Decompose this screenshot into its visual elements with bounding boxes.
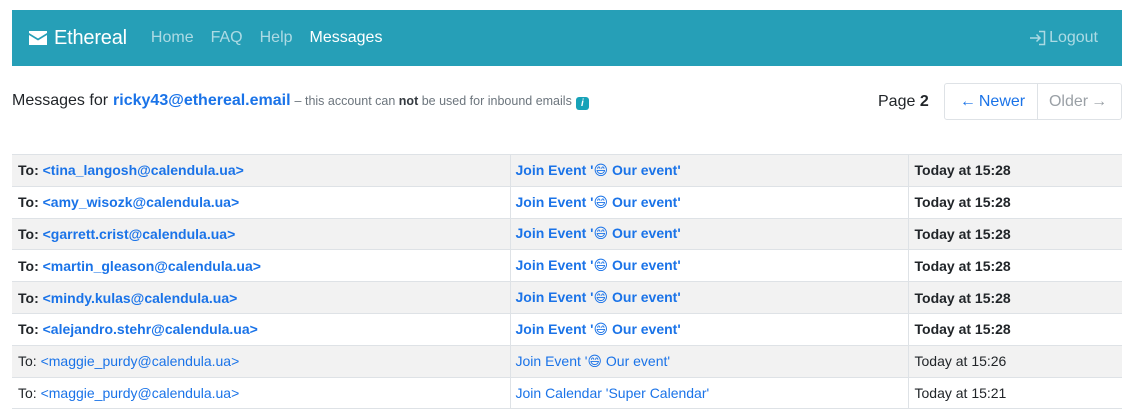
to-label: To:	[18, 384, 37, 401]
subject-cell: Join Event '😄 Our event'	[509, 249, 908, 283]
info-icon[interactable]: i	[575, 97, 589, 110]
account-info: Messages for ricky43@ethereal.email – th…	[12, 92, 589, 110]
message-date: Today at 15:28	[914, 162, 1011, 179]
recipient-cell: To: <martin_gleason@calendula.ua>	[12, 249, 510, 283]
recipient-cell: To: <garrett.crist@calendula.ua>	[12, 218, 510, 251]
message-date: Today at 15:28	[914, 257, 1011, 274]
message-row[interactable]: To: <garrett.crist@calendula.ua> Join Eve…	[12, 218, 1122, 251]
date-cell: Today at 15:28	[907, 249, 1122, 283]
recipient-link[interactable]: <garrett.crist@calendula.ua>	[43, 226, 236, 242]
to-label: To:	[18, 162, 39, 179]
recipient-link[interactable]: <maggie_purdy@calendula.ua>	[41, 353, 240, 369]
pagination: ← Newer Older →	[944, 83, 1122, 120]
message-row[interactable]: To: <alejandro.stehr@calendula.ua> Join E…	[12, 313, 1122, 346]
subject-link[interactable]: Join Event '😄 Our event'	[516, 353, 671, 369]
recipient-cell: To: <alejandro.stehr@calendula.ua>	[12, 313, 510, 346]
recipient-cell: To: <mindy.kulas@calendula.ua>	[12, 281, 510, 314]
recipient-cell: To: <maggie_purdy@calendula.ua>	[12, 377, 510, 410]
recipient-link[interactable]: <amy_wisozk@calendula.ua>	[43, 194, 240, 210]
subject-cell: Join Event '😄 Our event'	[509, 345, 908, 378]
date-cell: Today at 15:28	[907, 218, 1122, 251]
logout-icon	[1030, 30, 1046, 46]
to-label: To:	[18, 321, 39, 338]
message-row[interactable]: To: <tina_langosh@calendula.ua> Join Even…	[12, 154, 1122, 187]
subject-cell: Join Event '😄 Our event'	[509, 186, 908, 219]
subject-cell: Join Event '😄 Our event'	[509, 218, 908, 251]
nav-help[interactable]: Help	[260, 29, 293, 47]
date-cell: Today at 15:28	[907, 313, 1122, 346]
message-row[interactable]: To: <maggie_purdy@calendula.ua> Join Cale…	[12, 377, 1122, 410]
message-row[interactable]: To: <mindy.kulas@calendula.ua> Join Event…	[12, 281, 1122, 314]
subject-cell: Join Calendar 'Super Calendar'	[509, 377, 908, 410]
page-label: Page	[878, 93, 916, 110]
message-row[interactable]: To: <maggie_purdy@calendula.ua> Join Even…	[12, 345, 1122, 378]
date-cell: Today at 15:21	[907, 377, 1122, 410]
message-date: Today at 15:26	[914, 353, 1007, 370]
subject-cell: Join Event '😄 Our event'	[509, 313, 908, 346]
subject-link[interactable]: Join Event '😄 Our event'	[516, 194, 681, 210]
logout-label: Logout	[1049, 29, 1098, 46]
messages-table-body: To: <tina_langosh@calendula.ua> Join Even…	[12, 154, 1122, 410]
account-note: – this account can not be used for inbou…	[295, 94, 572, 108]
date-cell: Today at 15:26	[907, 345, 1122, 378]
nav-faq[interactable]: FAQ	[211, 29, 243, 47]
nav-links: Home FAQ Help Messages	[151, 29, 400, 47]
note-emphasis: not	[398, 94, 419, 108]
older-label: Older	[1048, 92, 1089, 110]
newer-label: Newer	[978, 92, 1026, 110]
date-cell: Today at 15:28	[907, 154, 1122, 187]
account-email-link[interactable]: ricky43@ethereal.email	[113, 92, 291, 110]
brand-logo[interactable]: Ethereal	[28, 27, 127, 50]
arrow-right-icon: →	[1091, 92, 1108, 110]
nav-home[interactable]: Home	[151, 29, 194, 47]
recipient-link[interactable]: <tina_langosh@calendula.ua>	[43, 162, 244, 178]
arrow-left-icon: ←	[959, 92, 976, 110]
recipient-cell: To: <tina_langosh@calendula.ua>	[12, 154, 510, 187]
message-date: Today at 15:21	[914, 384, 1007, 401]
account-prefix: Messages for	[12, 92, 109, 109]
message-row[interactable]: To: <martin_gleason@calendula.ua> Join Ev…	[12, 249, 1122, 283]
to-label: To:	[18, 194, 39, 211]
newer-button[interactable]: ← Newer	[945, 84, 1038, 119]
recipient-link[interactable]: <martin_gleason@calendula.ua>	[43, 258, 261, 274]
message-date: Today at 15:28	[914, 194, 1011, 211]
envelope-icon	[29, 31, 47, 45]
message-date: Today at 15:28	[914, 225, 1011, 242]
recipient-link[interactable]: <maggie_purdy@calendula.ua>	[41, 385, 240, 401]
to-label: To:	[18, 257, 39, 274]
logout-button[interactable]: Logout	[1029, 29, 1098, 47]
to-label: To:	[18, 353, 37, 370]
recipient-link[interactable]: <alejandro.stehr@calendula.ua>	[43, 321, 258, 337]
page-number: 2	[919, 93, 929, 110]
note-after: be used for inbound emails	[421, 94, 572, 108]
recipient-cell: To: <amy_wisozk@calendula.ua>	[12, 186, 510, 219]
message-date: Today at 15:28	[914, 289, 1011, 306]
subject-cell: Join Event '😄 Our event'	[509, 281, 908, 314]
to-label: To:	[18, 289, 39, 306]
subject-link[interactable]: Join Event '😄 Our event'	[516, 257, 681, 273]
to-label: To:	[18, 225, 39, 242]
note-before: – this account can	[294, 94, 396, 108]
subject-link[interactable]: Join Event '😄 Our event'	[516, 289, 681, 305]
recipient-cell: To: <maggie_purdy@calendula.ua>	[12, 345, 510, 378]
recipient-link[interactable]: <mindy.kulas@calendula.ua>	[43, 290, 238, 306]
subject-link[interactable]: Join Event '😄 Our event'	[516, 162, 681, 178]
nav-messages[interactable]: Messages	[310, 29, 383, 47]
subject-cell: Join Event '😄 Our event'	[509, 154, 908, 187]
messages-table: To: <tina_langosh@calendula.ua> Join Even…	[12, 154, 1122, 410]
subject-link[interactable]: Join Event '😄 Our event'	[516, 321, 681, 337]
message-row[interactable]: To: <amy_wisozk@calendula.ua> Join Event …	[12, 186, 1122, 219]
older-button[interactable]: Older →	[1038, 84, 1121, 119]
subject-link[interactable]: Join Calendar 'Super Calendar'	[516, 385, 710, 401]
page-indicator: Page 2	[878, 93, 929, 111]
top-navbar: Ethereal Home FAQ Help Messages Logout	[12, 10, 1122, 66]
subject-link[interactable]: Join Event '😄 Our event'	[516, 225, 681, 241]
brand-name: Ethereal	[54, 26, 127, 49]
date-cell: Today at 15:28	[907, 186, 1122, 219]
message-date: Today at 15:28	[914, 321, 1011, 338]
date-cell: Today at 15:28	[907, 281, 1122, 314]
